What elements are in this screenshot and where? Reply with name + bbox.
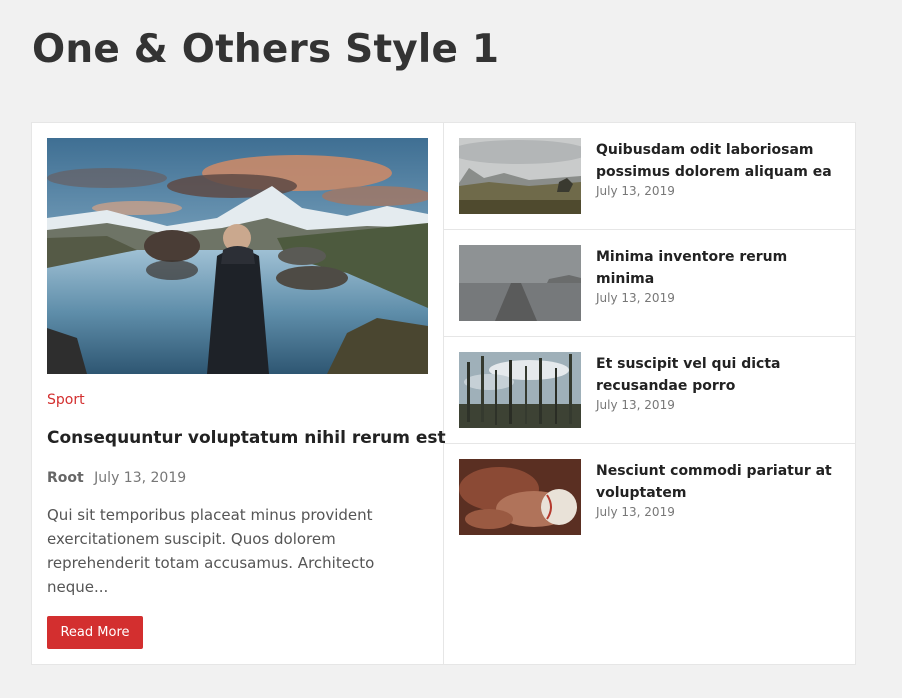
featured-post-date: July 13, 2019 bbox=[94, 470, 187, 486]
posts-card: Sport Consequuntur voluptatum nihil reru… bbox=[31, 122, 856, 665]
post-thumbnail-mountain-valley[interactable] bbox=[459, 138, 581, 214]
post-title[interactable]: Quibusdam odit laboriosam possimus dolor… bbox=[596, 139, 841, 183]
page-title: One & Others Style 1 bbox=[32, 27, 500, 72]
post-list: Quibusdam odit laboriosam possimus dolor… bbox=[444, 123, 855, 550]
author-name[interactable]: Root bbox=[47, 470, 84, 486]
post-title[interactable]: Minima inventore rerum minima bbox=[596, 246, 841, 290]
post-thumbnail-foggy-pier[interactable] bbox=[459, 245, 581, 321]
post-date: July 13, 2019 bbox=[596, 398, 675, 412]
featured-post-meta: Root July 13, 2019 bbox=[47, 470, 186, 486]
post-title[interactable]: Nesciunt commodi pariatur at voluptatem bbox=[596, 460, 841, 504]
post-date: July 13, 2019 bbox=[596, 291, 675, 305]
featured-post-title[interactable]: Consequuntur voluptatum nihil rerum est bbox=[47, 426, 446, 450]
list-item: Minima inventore rerum minima July 13, 2… bbox=[444, 230, 855, 337]
featured-post-excerpt: Qui sit temporibus placeat minus provide… bbox=[47, 506, 375, 596]
featured-post: Sport Consequuntur voluptatum nihil reru… bbox=[32, 123, 446, 664]
post-title[interactable]: Et suscipit vel qui dicta recusandae por… bbox=[596, 353, 841, 397]
post-date: July 13, 2019 bbox=[596, 184, 675, 198]
post-thumbnail-baseball-glove[interactable] bbox=[459, 459, 581, 535]
read-more-button[interactable]: Read More bbox=[47, 616, 143, 649]
featured-image-lake-mountains[interactable] bbox=[47, 138, 428, 374]
post-thumbnail-forest-trees[interactable] bbox=[459, 352, 581, 428]
list-item: Nesciunt commodi pariatur at voluptatem … bbox=[444, 444, 855, 550]
category-link[interactable]: Sport bbox=[47, 392, 85, 408]
post-date: July 13, 2019 bbox=[596, 505, 675, 519]
list-item: Quibusdam odit laboriosam possimus dolor… bbox=[444, 123, 855, 230]
list-item: Et suscipit vel qui dicta recusandae por… bbox=[444, 337, 855, 444]
